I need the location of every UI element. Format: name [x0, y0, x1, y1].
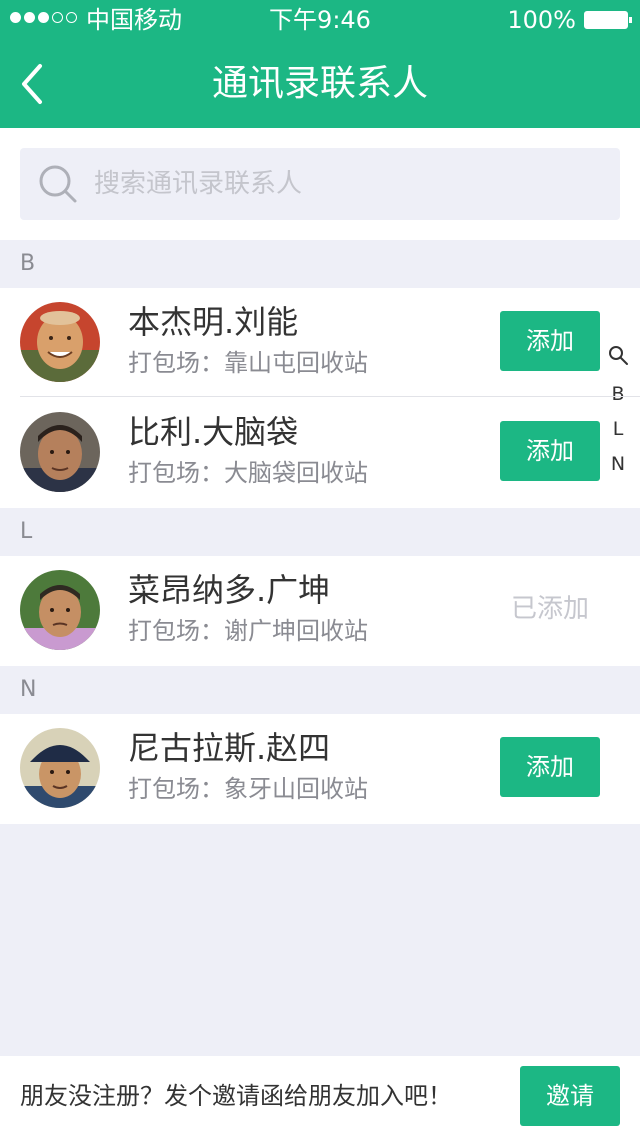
row-divider	[20, 396, 640, 397]
search-icon	[39, 165, 77, 203]
avatar	[20, 302, 100, 382]
index-letter-b[interactable]: B	[606, 377, 630, 412]
battery-percentage: 100%	[507, 6, 576, 34]
add-button[interactable]: 添加	[500, 311, 600, 371]
section-header-l: L	[0, 508, 640, 556]
search-icon[interactable]	[607, 344, 629, 366]
search-placeholder: 搜索通讯录联系人	[94, 169, 303, 199]
search-input[interactable]: 搜索通讯录联系人	[20, 148, 620, 220]
contact-name: 比利.大脑袋	[128, 413, 299, 451]
status-bar: 中国移动 下午9:46 100%	[0, 0, 640, 40]
contact-name: 本杰明.刘能	[128, 303, 299, 341]
index-letter-l[interactable]: L	[606, 412, 630, 447]
top-bar: 中国移动 下午9:46 100% 通讯录联系人	[0, 0, 640, 128]
added-status-label: 已添加	[510, 594, 589, 624]
avatar	[20, 728, 100, 808]
battery-icon	[584, 11, 632, 29]
section-letter: B	[20, 251, 36, 276]
add-button[interactable]: 添加	[500, 421, 600, 481]
avatar	[20, 570, 100, 650]
invite-prompt-text: 朋友没注册？发个邀请函给朋友加入吧！	[20, 1082, 452, 1110]
alphabet-index-bar[interactable]: B L N	[606, 344, 630, 482]
add-button[interactable]: 添加	[500, 737, 600, 797]
contact-name: 尼古拉斯.赵四	[128, 729, 331, 767]
search-area: 搜索通讯录联系人	[0, 128, 640, 240]
contact-row[interactable]: 尼古拉斯.赵四 打包场：象牙山回收站 添加	[0, 714, 640, 824]
invite-footer: 朋友没注册？发个邀请函给朋友加入吧！ 邀请	[0, 1056, 640, 1136]
section-header-b: B	[0, 240, 640, 288]
invite-button[interactable]: 邀请	[520, 1066, 620, 1126]
page-title: 通讯录联系人	[211, 63, 428, 104]
index-letter-n[interactable]: N	[606, 447, 630, 482]
contact-yard: 打包场：靠山屯回收站	[128, 349, 368, 377]
section-header-n: N	[0, 666, 640, 714]
section-letter: L	[20, 519, 33, 544]
contact-row[interactable]: 比利.大脑袋 打包场：大脑袋回收站 添加	[0, 398, 640, 508]
contact-yard: 打包场：谢广坤回收站	[128, 617, 368, 645]
contact-yard: 打包场：大脑袋回收站	[128, 459, 368, 487]
section-letter: N	[20, 677, 37, 702]
contact-row[interactable]: 菜昂纳多.广坤 打包场：谢广坤回收站 已添加	[0, 556, 640, 666]
contact-name: 菜昂纳多.广坤	[128, 571, 331, 609]
avatar	[20, 412, 100, 492]
contact-yard: 打包场：象牙山回收站	[128, 775, 368, 803]
contact-row[interactable]: 本杰明.刘能 打包场：靠山屯回收站 添加	[0, 288, 640, 398]
